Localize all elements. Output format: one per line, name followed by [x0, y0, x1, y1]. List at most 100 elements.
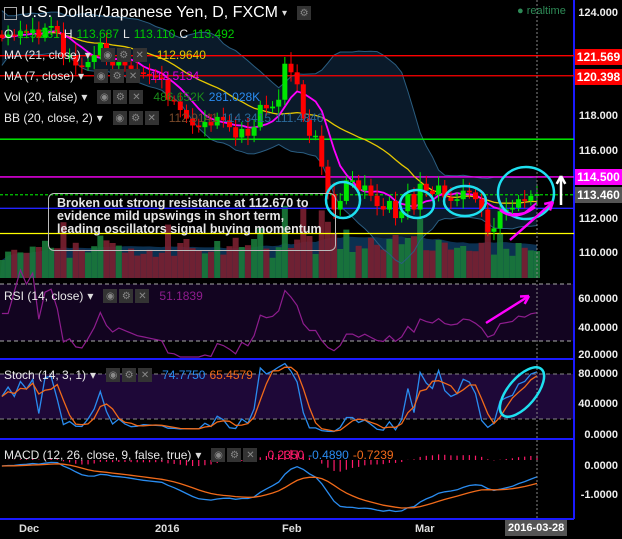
candle-body: [485, 209, 491, 232]
volume-bar: [392, 235, 399, 278]
volume-bar: [337, 249, 344, 278]
candle-body: [294, 72, 300, 85]
gear-icon[interactable]: ⚙: [119, 289, 134, 303]
macd-label[interactable]: MACD (12, 26, close, 9, false, true): [4, 448, 191, 462]
eye-icon[interactable]: ◉: [97, 90, 112, 104]
candle-body: [522, 199, 528, 201]
volume-bar: [429, 250, 436, 278]
candle-body: [534, 194, 540, 196]
vol-legend[interactable]: Vol (20, false) ▾ ◉ ⚙ ✕ 486.652K 281.028K: [4, 90, 260, 104]
rsi-legend[interactable]: RSI (14, close) ▾ ◉ ⚙ ✕ 51.1839: [4, 289, 203, 303]
candle-body: [196, 125, 202, 128]
stoch-tick: 40.0000: [578, 398, 618, 410]
eye-icon[interactable]: ◉: [94, 69, 109, 83]
ma7-label[interactable]: MA (7, close): [4, 69, 74, 83]
gear-icon[interactable]: ⚙: [297, 6, 312, 20]
volume-bar: [66, 257, 73, 278]
eye-icon[interactable]: ◉: [211, 448, 226, 462]
gear-icon[interactable]: ⚙: [122, 368, 137, 382]
gear-icon[interactable]: ⚙: [113, 90, 128, 104]
candle-body: [122, 62, 128, 66]
close-icon[interactable]: ✕: [135, 289, 150, 303]
candle-body: [282, 63, 288, 100]
rsi-label[interactable]: RSI (14, close): [4, 289, 83, 303]
candle-body: [288, 63, 294, 73]
candle-body: [393, 200, 399, 219]
chevron-down-icon[interactable]: ▾: [282, 8, 287, 19]
close-icon[interactable]: ✕: [132, 48, 147, 62]
gear-icon[interactable]: ⚙: [128, 111, 143, 125]
close-icon[interactable]: ✕: [126, 69, 141, 83]
volume-bar: [134, 255, 141, 278]
candle-body: [276, 99, 282, 107]
volume-bar: [152, 256, 159, 278]
volume-bar: [374, 244, 381, 278]
bb-basis-value: 112.9141: [168, 111, 218, 125]
ma7-legend[interactable]: MA (7, close) ▾ ◉ ⚙ ✕ 112.5134: [4, 69, 199, 83]
symbol-legend: U.S. Dollar/Japanese Yen, D, FXCM ▾ ⚙: [4, 4, 317, 22]
volume-bar: [441, 242, 448, 278]
symbol-title[interactable]: U.S. Dollar/Japanese Yen, D, FXCM: [21, 4, 278, 22]
price-tag-red-2: 120.398: [575, 69, 622, 85]
chevron-down-icon[interactable]: ▾: [81, 90, 87, 104]
close-value: 113.492: [191, 27, 235, 41]
date-tick: Mar: [415, 523, 435, 535]
volume-bar: [238, 247, 245, 278]
candle-body: [251, 127, 257, 136]
chevron-down-icon[interactable]: ▾: [90, 368, 96, 382]
chevron-down-icon[interactable]: ▾: [195, 448, 201, 462]
price-tag-last: 113.460: [575, 187, 622, 203]
candle-body: [350, 180, 355, 182]
vol-label[interactable]: Vol (20, false): [4, 90, 77, 104]
stoch-k-value: 74.7750: [162, 368, 206, 382]
gear-icon[interactable]: ⚙: [116, 48, 131, 62]
ma21-label[interactable]: MA (21, close): [4, 48, 81, 62]
macd-tick: 0.0000: [584, 460, 618, 472]
bb-label[interactable]: BB (20, close, 2): [4, 111, 93, 125]
candle-body: [374, 195, 380, 207]
volume-bar: [11, 249, 18, 278]
volume-bar: [411, 236, 417, 278]
chevron-down-icon[interactable]: ▾: [85, 48, 91, 62]
price-tick: 118.000: [578, 110, 618, 122]
collapse-icon[interactable]: [4, 6, 17, 20]
rsi-tick: 40.0000: [578, 322, 618, 334]
volume-bar: [423, 250, 430, 278]
close-icon[interactable]: ✕: [144, 111, 159, 125]
volume-bar: [460, 246, 467, 278]
realtime-status: ● realtime: [517, 5, 566, 17]
stoch-legend[interactable]: Stoch (14, 3, 1) ▾ ◉ ⚙ ✕ 74.7750 65.4579: [4, 368, 253, 382]
candle-body: [405, 194, 411, 212]
close-icon[interactable]: ✕: [243, 448, 258, 462]
chevron-down-icon[interactable]: ▾: [78, 69, 84, 83]
price-tick: 116.000: [578, 145, 618, 157]
eye-icon[interactable]: ◉: [100, 48, 115, 62]
volume-bar: [435, 240, 442, 278]
close-icon[interactable]: ✕: [129, 90, 144, 104]
price-tick: 110.000: [578, 247, 618, 259]
close-icon[interactable]: ✕: [138, 368, 153, 382]
chevron-down-icon[interactable]: ▾: [97, 111, 103, 125]
eye-icon[interactable]: ◉: [112, 111, 127, 125]
eye-icon[interactable]: ◉: [103, 289, 118, 303]
volume-bar: [189, 248, 196, 278]
macd-legend[interactable]: MACD (12, 26, close, 9, false, true) ▾ ◉ ⚙ ✕…: [4, 448, 394, 462]
volume-bar: [527, 250, 534, 278]
volume-bar: [85, 252, 92, 278]
candle-body: [233, 127, 239, 138]
vol-value: 486.652K: [153, 90, 205, 104]
gear-icon[interactable]: ⚙: [227, 448, 242, 462]
candle-body: [411, 194, 417, 210]
gear-icon[interactable]: ⚙: [110, 69, 125, 83]
bb-legend[interactable]: BB (20, close, 2) ▾ ◉ ⚙ ✕ 112.9141 114.3415 111…: [4, 111, 323, 125]
ohlc-legend: O 113.261 H 113.687 L 113.110 C 113.492: [4, 27, 234, 41]
volume-bar: [349, 252, 356, 278]
stoch-label[interactable]: Stoch (14, 3, 1): [4, 368, 86, 382]
price-tag-red-1: 121.569: [575, 49, 622, 65]
candle-body: [386, 200, 392, 210]
candle-body: [362, 185, 368, 191]
chevron-down-icon[interactable]: ▾: [87, 289, 93, 303]
eye-icon[interactable]: ◉: [106, 368, 121, 382]
ma21-legend[interactable]: MA (21, close) ▾ ◉ ⚙ ✕ 112.9640: [4, 48, 206, 62]
candle-body: [436, 185, 442, 195]
